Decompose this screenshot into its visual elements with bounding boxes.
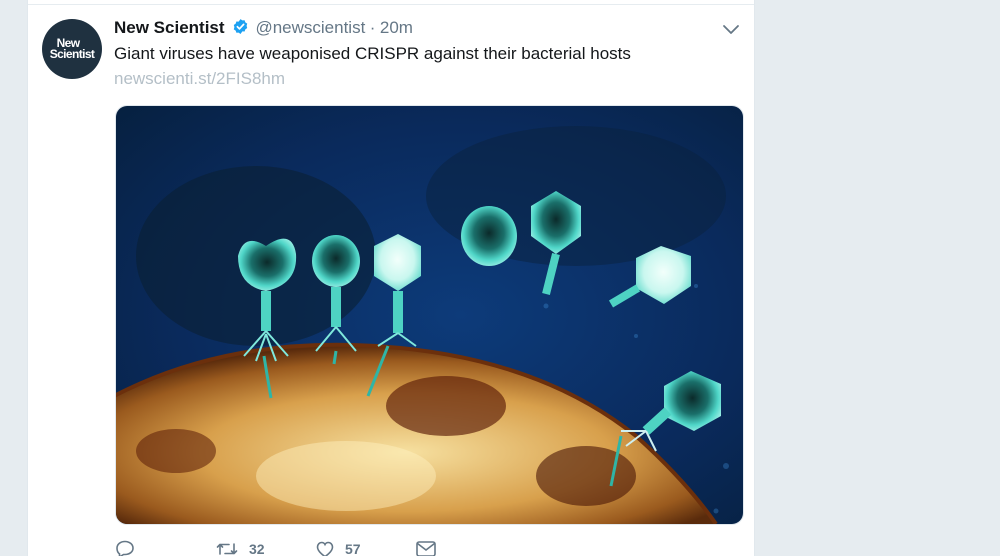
reply-button[interactable]	[114, 538, 145, 556]
tweet-image[interactable]	[115, 105, 744, 525]
like-count: 57	[345, 541, 361, 556]
account-handle[interactable]: @newscientist	[255, 18, 365, 37]
avatar-text-line2: Scientist	[49, 47, 95, 61]
retweet-button[interactable]: 32	[214, 538, 265, 556]
retweet-icon	[216, 543, 238, 555]
envelope-icon	[416, 541, 436, 556]
divider	[28, 4, 754, 5]
avatar[interactable]: New Scientist	[42, 19, 102, 79]
heart-icon	[316, 541, 334, 556]
reply-icon	[116, 540, 134, 556]
tweet-link[interactable]: newscienti.st/2FIS8hm	[114, 69, 285, 89]
tweet-timestamp[interactable]: 20m	[380, 18, 413, 37]
tweet-header: New Scientist @newscientist · 20m	[114, 18, 742, 40]
like-button[interactable]: 57	[314, 538, 361, 556]
verified-badge-icon	[233, 18, 248, 34]
direct-message-button[interactable]	[414, 538, 438, 556]
bacteriophage-micrograph-image	[116, 106, 743, 524]
separator-dot: ·	[369, 18, 376, 37]
tweet-text: Giant viruses have weaponised CRISPR aga…	[114, 44, 631, 63]
tweet-card[interactable]: New Scientist New Scientist @newscientis…	[27, 0, 755, 556]
retweet-count: 32	[249, 541, 265, 556]
chevron-down-icon[interactable]	[720, 18, 742, 40]
account-name[interactable]: New Scientist	[114, 18, 225, 37]
